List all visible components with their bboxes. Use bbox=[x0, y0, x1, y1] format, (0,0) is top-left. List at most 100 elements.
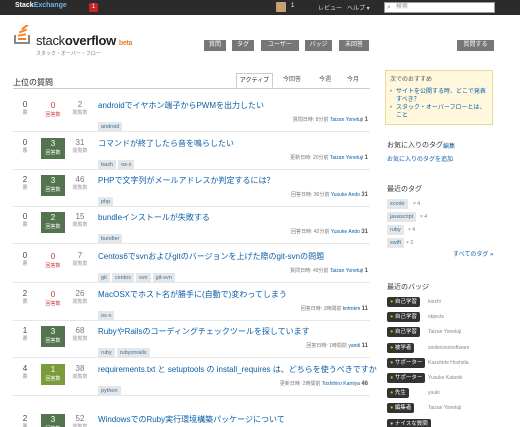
vote-count: 0票 bbox=[22, 212, 28, 228]
badge-chip[interactable]: ● 被学者 bbox=[387, 342, 415, 353]
answer-count: 2 回答数 bbox=[41, 212, 65, 233]
question-title-link[interactable]: PHPで文字列がメールアドレスか判定するには？ bbox=[98, 175, 274, 186]
badge-medal-icon: ● bbox=[390, 420, 394, 427]
question-row: 2 票 3 回答数 46 閲覧数 PHPで文字列がメールアドレスか判定するには？ php 回答日… bbox=[13, 175, 370, 207]
all-tags-link[interactable]: すべてのタグ » bbox=[453, 249, 493, 258]
nav-questions[interactable]: 質問 bbox=[204, 40, 226, 51]
nav-users[interactable]: ユーザー bbox=[261, 40, 299, 51]
stackoverflow-logo-icon[interactable] bbox=[13, 25, 33, 45]
badge-user-link[interactable]: Taizan Yonetuji bbox=[428, 329, 461, 335]
meta-user[interactable]: Yusuke Ando bbox=[331, 192, 360, 198]
add-favorite-tag-link[interactable]: お気に入りのタグを追加 bbox=[387, 154, 453, 163]
badge-user-link[interactable]: Yusuke Kataoki bbox=[428, 375, 462, 381]
badge-name: サポーター bbox=[394, 375, 423, 381]
question-title-link[interactable]: Centos6でsvnおよびgitのバージョンを上げた際のgit-svnの問題 bbox=[98, 251, 324, 262]
badge-medal-icon: ● bbox=[390, 344, 394, 351]
welcome-item[interactable]: スタック・オーバーフローとは、こと bbox=[390, 104, 488, 120]
question-title-link[interactable]: コマンドが終了したら音を鳴らしたい bbox=[98, 138, 234, 149]
ask-question-button[interactable]: 質問する bbox=[457, 40, 494, 51]
reputation-count[interactable]: 1 bbox=[291, 3, 294, 9]
site-subtitle: スタック・オーバー・フロー bbox=[36, 51, 101, 57]
recent-tag[interactable]: swift bbox=[387, 238, 404, 248]
meta-user[interactable]: Toshihiro Kamiya bbox=[322, 381, 360, 387]
meta-time[interactable]: 1時間前 bbox=[329, 343, 347, 349]
badge-chip[interactable]: ● 自己学習 bbox=[387, 312, 420, 323]
meta-rep: 31 bbox=[361, 192, 368, 198]
badge-user-link[interactable]: Taizan Yonetuji bbox=[428, 405, 461, 411]
tab-month[interactable]: 今月 bbox=[340, 73, 366, 88]
meta-user[interactable]: Taizan Yonetuji bbox=[330, 117, 363, 123]
welcome-box: 次でのおすすめ サイトを公開する時、どこで発表すべき？ スタック・オーバーフロー… bbox=[385, 70, 493, 125]
badge-user-link[interactable]: koizhi bbox=[428, 299, 441, 305]
badge-user-link[interactable]: sooleisnotsoftware bbox=[428, 345, 469, 351]
nav-unanswered[interactable]: 未回答 bbox=[339, 40, 369, 51]
recent-tag[interactable]: xcode bbox=[387, 199, 408, 209]
view-count: 7 閲覧数 bbox=[72, 251, 88, 267]
question-title-link[interactable]: bundleインストールが失敗する bbox=[98, 212, 210, 223]
badge-chip[interactable]: ● 自己学習 bbox=[387, 327, 420, 338]
help-menu[interactable]: ヘルプ ▾ bbox=[347, 3, 370, 12]
meta-user[interactable]: Yusuke Ando bbox=[331, 229, 360, 235]
review-link[interactable]: レビュー bbox=[318, 3, 342, 12]
inbox-badge[interactable]: 1 bbox=[89, 3, 98, 12]
question-title-link[interactable]: WindowsでのRuby実行環境構築パッケージについて bbox=[98, 414, 285, 425]
question-title-link[interactable]: androidでイヤホン端子からPWMを出力したい bbox=[98, 100, 264, 111]
meta-time[interactable]: 8分前 bbox=[316, 117, 329, 123]
badge-chip[interactable]: ● サポーター bbox=[387, 373, 426, 383]
meta-time[interactable]: 49分前 bbox=[313, 268, 329, 274]
recent-tag[interactable]: javascript bbox=[387, 212, 417, 222]
meta-user[interactable]: kntmkm bbox=[343, 306, 361, 312]
nav-badges[interactable]: バッジ bbox=[305, 40, 332, 51]
tab-hot[interactable]: 今回答 bbox=[276, 73, 308, 88]
recent-tag-count: × 4 bbox=[408, 227, 416, 233]
meta-user[interactable]: yandi bbox=[348, 343, 360, 349]
question-title-link[interactable]: requirements.txt と setuptools の install_… bbox=[98, 364, 377, 375]
meta-time[interactable]: 36分前 bbox=[314, 192, 330, 198]
stackexchange-logo[interactable]: StackExchange bbox=[15, 2, 67, 9]
avatar[interactable] bbox=[276, 2, 286, 12]
meta-rep: 1 bbox=[364, 155, 368, 161]
welcome-item[interactable]: サイトを公開する時、どこで発表すべき？ bbox=[390, 88, 488, 104]
badge-chip[interactable]: ● 編集者 bbox=[387, 403, 415, 414]
badge-user-link[interactable]: yuuki bbox=[428, 390, 440, 396]
recent-badges-title: 最近のバッジ bbox=[387, 284, 429, 291]
tab-active[interactable]: アクティブ bbox=[236, 73, 273, 88]
meta-time[interactable]: 1時間前 bbox=[324, 306, 342, 312]
search-input[interactable]: ⌕ 検索 bbox=[384, 2, 495, 13]
badge-user-link[interactable]: Kazuhide Hoshida bbox=[428, 360, 469, 366]
answer-count: 3回答数 bbox=[41, 414, 65, 427]
meta-time[interactable]: 20分前 bbox=[313, 155, 329, 161]
badge-name: 先生 bbox=[394, 390, 406, 397]
meta-time[interactable]: 2時間前 bbox=[303, 381, 321, 387]
nav-tags[interactable]: タグ bbox=[232, 40, 254, 51]
vote-count: 0票 bbox=[22, 138, 28, 154]
meta-user[interactable]: Taizan Yonetuji bbox=[330, 268, 363, 274]
row-divider bbox=[13, 357, 370, 358]
meta-time[interactable]: 42分前 bbox=[314, 229, 330, 235]
badge-chip[interactable]: ● サポーター bbox=[387, 357, 426, 368]
site-logo[interactable]: stackoverflow beta bbox=[36, 33, 132, 48]
badge-chip[interactable]: ● 自己学習 bbox=[387, 297, 420, 307]
tab-week[interactable]: 今週 bbox=[312, 73, 338, 88]
meta-action: 質問日時 bbox=[290, 268, 311, 274]
search-icon: ⌕ bbox=[387, 4, 391, 11]
badge-chip[interactable]: ● 先生 bbox=[387, 388, 409, 399]
badge-user-link[interactable]: objects bbox=[428, 314, 444, 320]
question-meta: 更新日時: 2時間前 Toshihiro Kamiya 46 bbox=[279, 381, 368, 387]
badge-medal-icon: ● bbox=[390, 405, 394, 412]
tabs-divider bbox=[13, 88, 370, 89]
edit-favorite-tags-link[interactable]: 編集 bbox=[443, 141, 455, 150]
meta-action: 更新日時 bbox=[290, 155, 311, 161]
recent-tag[interactable]: ruby bbox=[387, 225, 404, 235]
badge-medal-icon: ● bbox=[390, 299, 394, 305]
badge-chip[interactable]: ● ナイスな質問 bbox=[387, 418, 431, 427]
vote-count: 0票 bbox=[22, 100, 28, 116]
answer-count: 0 回答数 bbox=[45, 290, 61, 307]
meta-user[interactable]: Taizan Yonetuji bbox=[330, 155, 363, 161]
view-count: 68 閲覧数 bbox=[72, 326, 88, 342]
meta-rep: 1 bbox=[364, 268, 368, 274]
question-title-link[interactable]: RubyやRailsのコーディングチェックツールを探しています bbox=[98, 326, 310, 337]
question-title-link[interactable]: MacOSXでホスト名が勝手に(自動で)変わってしまう bbox=[98, 289, 287, 300]
question-row: 0 票 3 回答数 31 閲覧数 コマンドが終了したら音を鳴らしたい bash os-x 更新日時… bbox=[13, 138, 370, 170]
page-title: 上位の質問 bbox=[13, 78, 53, 87]
